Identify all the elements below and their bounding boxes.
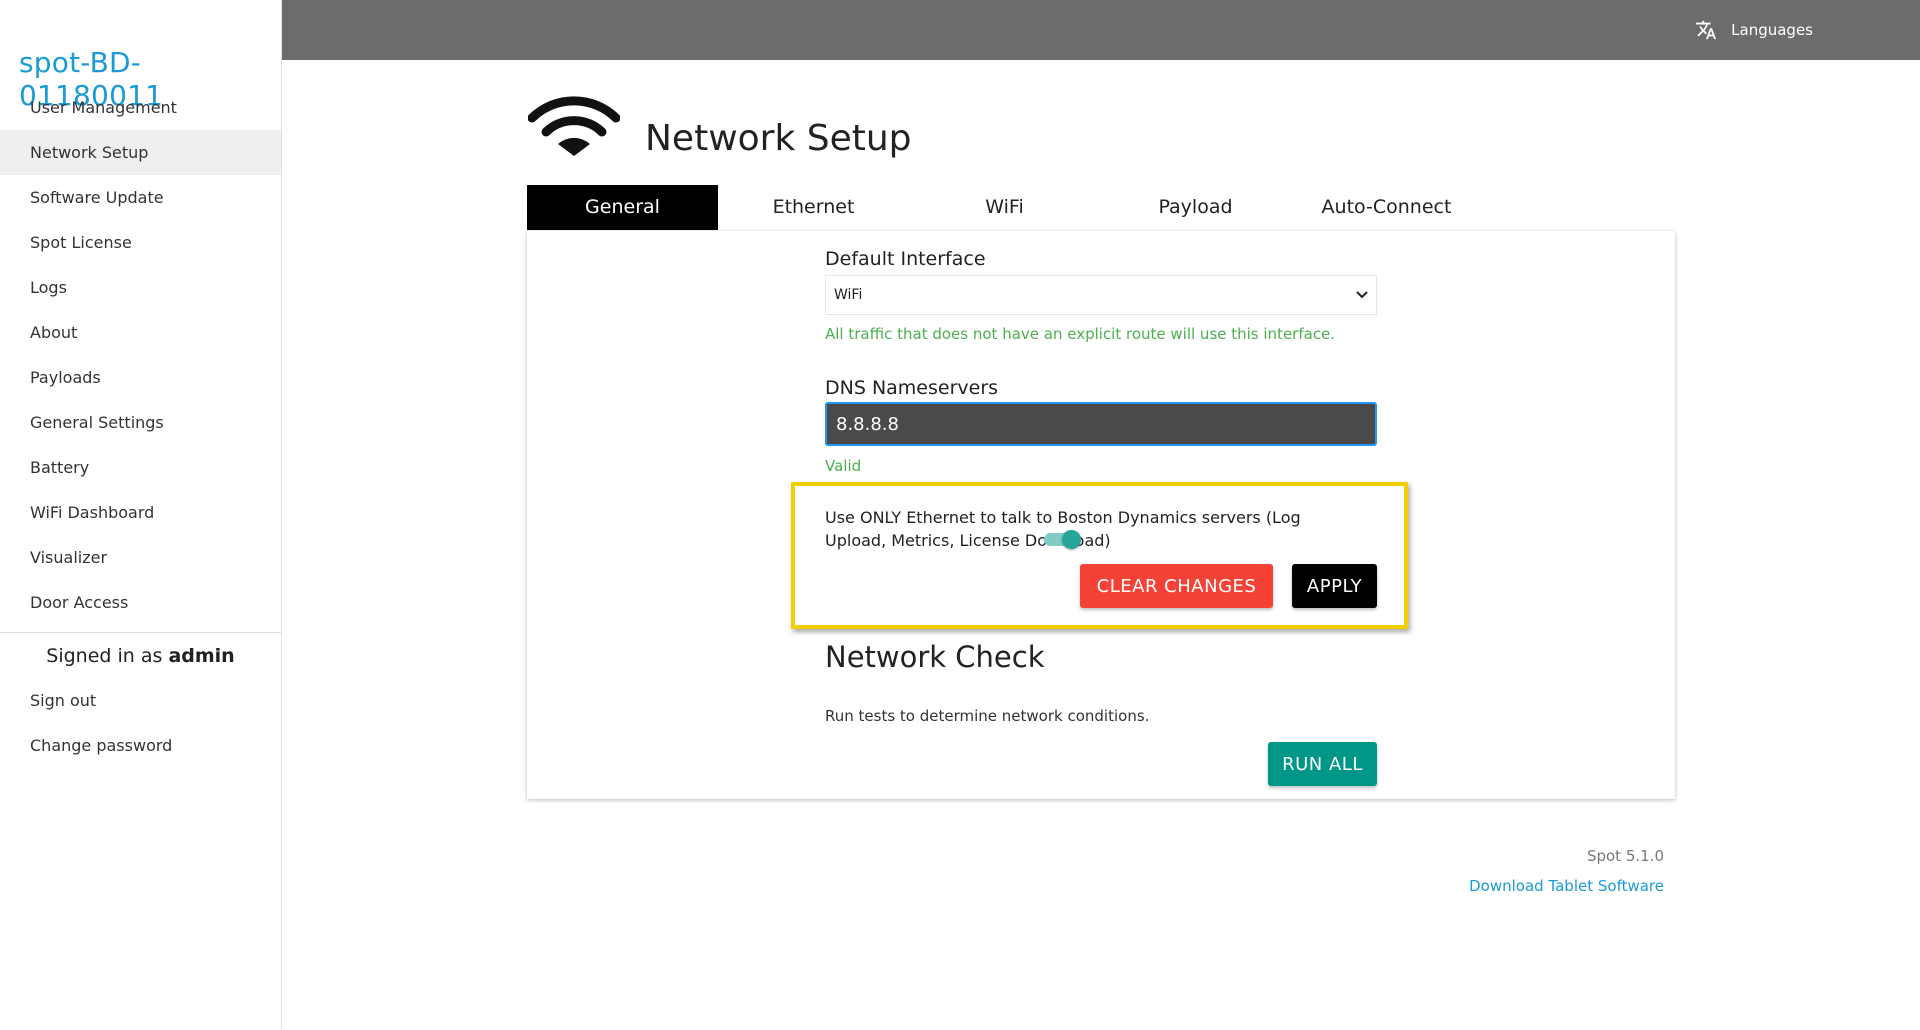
signed-in-user: admin bbox=[168, 645, 235, 667]
apply-button[interactable]: APPLY bbox=[1292, 564, 1377, 608]
sidebar: spot-BD-01180011 User Management Network… bbox=[0, 0, 282, 1030]
network-check-title: Network Check bbox=[825, 640, 1045, 674]
sidebar-item-battery[interactable]: Battery bbox=[0, 445, 281, 490]
ethernet-only-toggle[interactable] bbox=[1044, 530, 1081, 549]
wifi-icon bbox=[527, 92, 621, 162]
chevron-down-icon bbox=[1356, 287, 1368, 303]
page-title: Network Setup bbox=[645, 118, 912, 159]
languages-label: Languages bbox=[1731, 21, 1813, 39]
software-version: Spot 5.1.0 bbox=[1586, 847, 1664, 865]
signed-in-prefix: Signed in as bbox=[46, 645, 163, 667]
tab-ethernet[interactable]: Ethernet bbox=[718, 185, 909, 230]
default-interface-value: WiFi bbox=[834, 287, 863, 303]
dns-validation-status: Valid bbox=[825, 457, 862, 475]
sidebar-item-software-update[interactable]: Software Update bbox=[0, 175, 281, 220]
sidebar-item-network-setup[interactable]: Network Setup bbox=[0, 130, 281, 175]
sidebar-item-wifi-dashboard[interactable]: WiFi Dashboard bbox=[0, 490, 281, 535]
clear-changes-button[interactable]: CLEAR CHANGES bbox=[1080, 564, 1273, 608]
default-interface-label: Default Interface bbox=[825, 248, 986, 270]
tab-wifi[interactable]: WiFi bbox=[909, 185, 1100, 230]
sidebar-item-logs[interactable]: Logs bbox=[0, 265, 281, 310]
dns-nameservers-label: DNS Nameservers bbox=[825, 377, 999, 399]
run-all-button[interactable]: RUN ALL bbox=[1268, 742, 1377, 786]
sidebar-item-payloads[interactable]: Payloads bbox=[0, 355, 281, 400]
tab-general[interactable]: General bbox=[527, 185, 718, 230]
sign-out-link[interactable]: Sign out bbox=[0, 678, 281, 723]
tab-bar: General Ethernet WiFi Payload Auto-Conne… bbox=[527, 185, 1482, 230]
sidebar-divider bbox=[0, 632, 281, 633]
account-nav: Sign out Change password bbox=[0, 678, 281, 768]
translate-icon bbox=[1695, 19, 1717, 41]
sidebar-item-spot-license[interactable]: Spot License bbox=[0, 220, 281, 265]
sidebar-item-about[interactable]: About bbox=[0, 310, 281, 355]
default-interface-hint: All traffic that does not have an explic… bbox=[825, 325, 1336, 343]
top-bar: Languages bbox=[282, 0, 1920, 60]
download-tablet-software-link[interactable]: Download Tablet Software bbox=[1469, 877, 1664, 895]
network-check-description: Run tests to determine network condition… bbox=[825, 707, 1150, 725]
languages-button[interactable]: Languages bbox=[1695, 17, 1813, 43]
sidebar-item-visualizer[interactable]: Visualizer bbox=[0, 535, 281, 580]
sidebar-item-user-management[interactable]: User Management bbox=[0, 85, 281, 130]
dns-nameservers-input[interactable] bbox=[825, 402, 1377, 446]
sidebar-item-general-settings[interactable]: General Settings bbox=[0, 400, 281, 445]
ethernet-only-label: Use ONLY Ethernet to talk to Boston Dyna… bbox=[825, 508, 1301, 550]
signed-in-status: Signed in as admin bbox=[0, 640, 281, 672]
sidebar-item-door-access[interactable]: Door Access bbox=[0, 580, 281, 625]
change-password-link[interactable]: Change password bbox=[0, 723, 281, 768]
sidebar-nav: User Management Network Setup Software U… bbox=[0, 85, 281, 625]
default-interface-select[interactable]: WiFi bbox=[825, 275, 1377, 315]
tab-auto-connect[interactable]: Auto-Connect bbox=[1291, 185, 1482, 230]
toggle-knob bbox=[1062, 530, 1081, 549]
tab-payload[interactable]: Payload bbox=[1100, 185, 1291, 230]
